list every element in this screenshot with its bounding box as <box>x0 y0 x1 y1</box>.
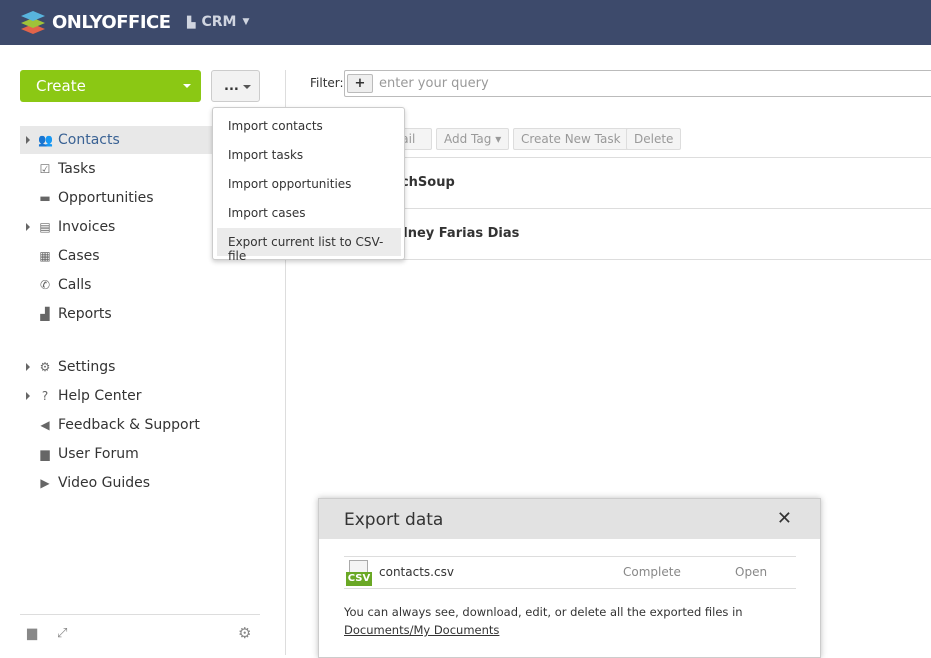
bar-chart-icon: ▟ <box>40 307 50 321</box>
crm-icon: ▙ <box>187 15 196 29</box>
export-note: You can always see, download, edit, or d… <box>344 605 743 619</box>
menu-item-export-csv[interactable]: Export current list to CSV-file <box>217 228 401 263</box>
chat-icon: ▆ <box>40 447 50 461</box>
csv-badge: CSV <box>346 572 372 586</box>
expand-icon[interactable]: ⤢ <box>57 626 67 641</box>
top-header: ONLYOFFICE ▙ CRM ▼ <box>0 0 931 45</box>
filter-input[interactable]: + enter your query <box>344 70 931 97</box>
create-button[interactable]: Create <box>20 70 201 102</box>
video-icon: ▶ <box>40 476 50 490</box>
gear-icon[interactable]: ⚙ <box>238 624 251 642</box>
sidebar-item-label: Feedback & Support <box>58 417 200 433</box>
divider <box>20 614 260 615</box>
sidebar-item-label: Cases <box>58 248 100 264</box>
create-task-button[interactable]: Create New Task <box>513 128 629 150</box>
sidebar-item-label: Invoices <box>58 219 116 235</box>
csv-file-icon: CSV <box>346 560 372 586</box>
dialog-header: Export data ✕ <box>319 499 820 539</box>
dialog-title: Export data <box>344 510 444 530</box>
add-filter-button[interactable]: + <box>347 74 373 93</box>
export-status: Complete <box>623 565 681 579</box>
filter-label: Filter: <box>310 76 344 90</box>
calendar-icon: ▦ <box>39 249 51 263</box>
chevron-down-icon: ▼ <box>242 17 250 27</box>
caret-down-icon <box>183 84 191 92</box>
sidebar-item-label: Opportunities <box>58 190 154 206</box>
more-actions-button[interactable]: ... <box>211 70 260 102</box>
divider <box>344 588 796 589</box>
sidebar-item-reports[interactable]: ▟ Reports <box>20 300 285 328</box>
expand-arrow-icon[interactable] <box>26 223 34 231</box>
menu-item-import-opportunities[interactable]: Import opportunities <box>217 170 401 198</box>
menu-item-import-cases[interactable]: Import cases <box>217 199 401 227</box>
contact-name[interactable]: Volney Farias Dias <box>385 226 519 241</box>
sidebar-item-label: User Forum <box>58 446 139 462</box>
sidebar-item-label: Video Guides <box>58 475 151 491</box>
export-data-dialog: Export data ✕ CSV contacts.csv Complete … <box>318 498 821 658</box>
contacts-icon: 👥 <box>38 133 53 147</box>
sidebar-item-label: Reports <box>58 306 112 322</box>
sidebar-item-label: Help Center <box>58 388 142 404</box>
expand-arrow-icon[interactable] <box>26 392 34 400</box>
sidebar-item-help-center[interactable]: ? Help Center <box>20 382 285 410</box>
tasks-icon: ☑ <box>39 162 51 176</box>
menu-item-import-contacts[interactable]: Import contacts <box>217 112 401 140</box>
sidebar-item-label: Settings <box>58 359 116 375</box>
sidebar-item-feedback-support[interactable]: ◀ Feedback & Support <box>20 411 285 439</box>
open-file-link[interactable]: Open <box>735 565 767 579</box>
expand-arrow-icon[interactable] <box>26 363 34 371</box>
megaphone-icon: ◀ <box>40 418 50 432</box>
briefcase-icon: ▬ <box>39 191 51 205</box>
menu-item-import-tasks[interactable]: Import tasks <box>217 141 401 169</box>
caret-down-icon <box>243 85 251 93</box>
expand-arrow-icon[interactable] <box>26 136 34 144</box>
sidebar-item-label: Tasks <box>58 161 96 177</box>
close-icon[interactable]: ✕ <box>777 508 792 529</box>
invoice-icon: ▤ <box>39 220 51 234</box>
more-actions-menu: Import contacts Import tasks Import oppo… <box>212 107 405 263</box>
sidebar-item-video-guides[interactable]: ▶ Video Guides <box>20 469 285 497</box>
sidebar-item-label: Contacts <box>58 132 120 148</box>
phone-icon: ✆ <box>39 278 51 292</box>
documents-link[interactable]: Documents/My Documents <box>344 623 499 637</box>
chat-icon[interactable]: ▆ <box>27 626 37 641</box>
delete-button[interactable]: Delete <box>626 128 682 150</box>
sidebar-item-label: Calls <box>58 277 92 293</box>
sidebar-item-settings[interactable]: ⚙ Settings <box>20 353 285 381</box>
onlyoffice-logo[interactable]: ONLYOFFICE <box>20 10 171 34</box>
add-tag-button[interactable]: Add Tag ▾ <box>436 128 510 150</box>
sidebar-item-calls[interactable]: ✆ Calls <box>20 271 285 299</box>
file-name: contacts.csv <box>379 565 454 579</box>
logo-layers-icon <box>21 11 45 34</box>
module-switcher[interactable]: ▙ CRM ▼ <box>187 14 249 30</box>
sidebar-item-user-forum[interactable]: ▆ User Forum <box>20 440 285 468</box>
divider <box>344 556 796 557</box>
gear-icon: ⚙ <box>39 360 51 374</box>
question-icon: ? <box>41 389 49 403</box>
